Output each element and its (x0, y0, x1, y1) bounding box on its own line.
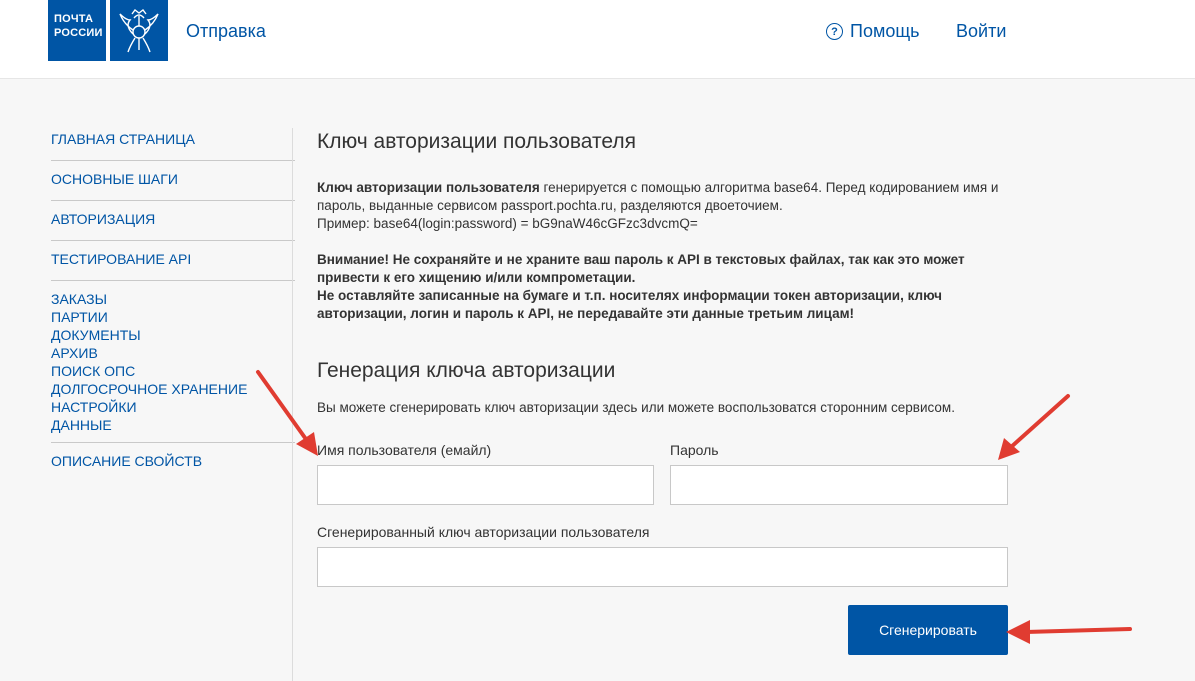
sidebar-item-main-page[interactable]: ГЛАВНАЯ СТРАНИЦА (51, 130, 295, 148)
sidebar-item-authorization[interactable]: АВТОРИЗАЦИЯ (51, 210, 295, 228)
password-input[interactable] (670, 465, 1008, 505)
help-link[interactable]: ? Помощь (826, 21, 920, 42)
help-label: Помощь (850, 21, 920, 41)
sidebar-item-archive[interactable]: АРХИВ (51, 344, 295, 362)
sidebar-item-api-testing[interactable]: ТЕСТИРОВАНИЕ API (51, 250, 295, 268)
logo-wordmark: ПОЧТА РОССИИ (48, 0, 106, 61)
otpravka-link[interactable]: Отправка (186, 21, 266, 42)
generated-key-input[interactable] (317, 547, 1008, 587)
sidebar-item-long-term-storage[interactable]: ДОЛГОСРОЧНОЕ ХРАНЕНИЕ (51, 380, 295, 398)
logo-line-2: РОССИИ (54, 27, 103, 39)
generation-title: Генерация ключа авторизации (317, 359, 616, 382)
sidebar-border (292, 128, 293, 681)
intro-paragraph: Ключ авторизации пользователя генерирует… (317, 179, 1017, 215)
warning-text-2: Не оставляйте записанные на бумаге и т.п… (317, 288, 942, 321)
username-input[interactable] (317, 465, 654, 505)
sidebar-item-documents[interactable]: ДОКУМЕНТЫ (51, 326, 295, 344)
sidebar-nav: ГЛАВНАЯ СТРАНИЦА ОСНОВНЫЕ ШАГИ АВТОРИЗАЦ… (51, 130, 295, 470)
generation-description: Вы можете сгенерировать ключ авторизации… (317, 400, 955, 415)
username-label: Имя пользователя (емайл) (317, 442, 492, 458)
sidebar-divider (51, 280, 295, 281)
example-text: Пример: base64(login:password) = bG9naW4… (317, 216, 698, 231)
question-circle-icon: ? (826, 23, 843, 40)
generate-button[interactable]: Сгенерировать (848, 605, 1008, 655)
sidebar-item-field-descriptions[interactable]: ОПИСАНИЕ СВОЙСТВ (51, 452, 295, 470)
generated-key-label: Сгенерированный ключ авторизации пользов… (317, 524, 650, 540)
sidebar-item-basic-steps[interactable]: ОСНОВНЫЕ ШАГИ (51, 170, 295, 188)
main-content: Ключ авторизации пользователя Ключ автор… (317, 130, 1017, 417)
sidebar-divider (51, 160, 295, 161)
page-title: Ключ авторизации пользователя (317, 130, 637, 153)
sidebar-item-post-office-search[interactable]: ПОИСК ОПС (51, 362, 295, 380)
pochta-logo[interactable]: ПОЧТА РОССИИ (48, 0, 168, 61)
sidebar-divider (51, 240, 295, 241)
warning-text-1: Внимание! Не сохраняйте и не храните ваш… (317, 252, 965, 285)
eagle-emblem-icon (110, 0, 168, 61)
header: ПОЧТА РОССИИ Отправка ? Помощь Войти (0, 0, 1195, 79)
sidebar-item-batches[interactable]: ПАРТИИ (51, 308, 295, 326)
sidebar-divider (51, 442, 295, 443)
logo-line-1: ПОЧТА (54, 13, 94, 25)
password-label: Пароль (670, 442, 719, 458)
intro-bold: Ключ авторизации пользователя (317, 180, 540, 195)
sidebar-item-data[interactable]: ДАННЫЕ (51, 416, 295, 434)
login-link[interactable]: Войти (956, 21, 1006, 42)
sidebar-divider (51, 200, 295, 201)
sidebar-item-settings[interactable]: НАСТРОЙКИ (51, 398, 295, 416)
arrow-to-generate-button-icon (1006, 620, 1132, 644)
sidebar-item-orders[interactable]: ЗАКАЗЫ (51, 290, 295, 308)
